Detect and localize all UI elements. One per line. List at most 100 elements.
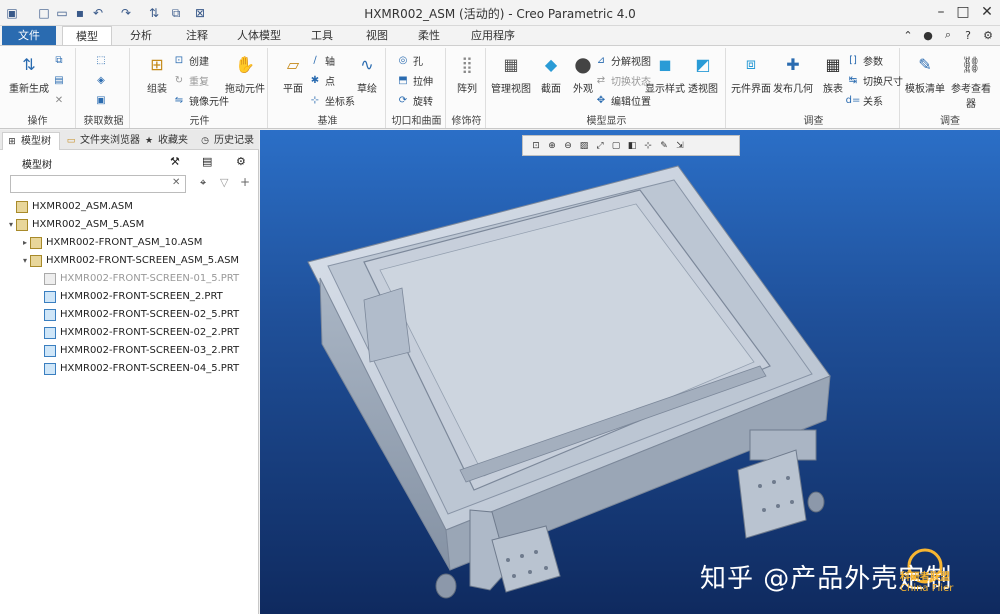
user-defined-feature-icon[interactable]: ⬚ bbox=[94, 52, 111, 68]
family-table-icon: ▦ bbox=[825, 54, 841, 74]
copy-icon[interactable]: ⧉ bbox=[52, 52, 69, 68]
expand-arrow-icon[interactable]: ▸ bbox=[20, 238, 30, 247]
tab-annotate[interactable]: 注释 bbox=[170, 26, 224, 45]
revolve-button[interactable]: ⟳ 旋转 bbox=[396, 92, 433, 108]
paste-icon[interactable]: ▤ bbox=[52, 72, 69, 88]
search-icon[interactable]: ⌕ bbox=[940, 27, 956, 43]
ribbon-right-controls: ⌃ ● ⌕ ? ⚙ bbox=[900, 27, 996, 43]
tab-view[interactable]: 视图 bbox=[352, 26, 402, 45]
drag-component-button[interactable]: ✋ 拖动元件 bbox=[222, 50, 268, 96]
part-icon bbox=[44, 344, 56, 357]
tab-model[interactable]: 模型 bbox=[62, 26, 112, 46]
folder-icon: ▭ bbox=[66, 136, 76, 146]
tree-options-icon[interactable]: ⚙ bbox=[236, 155, 246, 168]
model-intent-button[interactable]: ✎ 模板清单 bbox=[902, 50, 948, 96]
assembly-icon bbox=[30, 236, 42, 249]
logo-cn: 科研者联盟 bbox=[900, 572, 950, 583]
tree-item[interactable]: ▸ HXMR002-FRONT_ASM_10.ASM bbox=[0, 234, 259, 251]
shrinkwrap-icon[interactable]: ▣ bbox=[94, 92, 111, 108]
close-window-button[interactable]: ✕ bbox=[972, 2, 1000, 22]
info-icon[interactable]: ● bbox=[920, 27, 936, 43]
tree-icon: ⊞ bbox=[8, 137, 16, 147]
copy-geom-icon[interactable]: ◈ bbox=[94, 72, 111, 88]
help-icon[interactable]: ? bbox=[960, 27, 976, 43]
delete-icon[interactable]: ✕ bbox=[52, 92, 69, 108]
tab-folder-browser[interactable]: ▭ 文件夹浏览器 bbox=[62, 132, 140, 150]
tree-item-label: HXMR002-FRONT-SCREEN-02_2.PRT bbox=[60, 327, 240, 338]
switch-dimensions-button[interactable]: ↹ 切换尺寸 bbox=[846, 72, 903, 88]
assembly-model[interactable] bbox=[260, 130, 1000, 614]
tree-item[interactable]: HXMR002-FRONT-SCREEN-02_5.PRT bbox=[0, 306, 259, 323]
tree-item-label: HXMR002-FRONT-SCREEN-03_2.PRT bbox=[60, 345, 240, 356]
tab-analysis[interactable]: 分析 bbox=[114, 26, 168, 45]
search-input[interactable] bbox=[10, 175, 186, 193]
expand-arrow-icon[interactable]: ▾ bbox=[6, 220, 16, 229]
create-button[interactable]: ⊡ 创建 bbox=[172, 52, 209, 68]
regenerate-icon: ⇅ bbox=[22, 54, 36, 74]
tree-item[interactable]: HXMR002_ASM.ASM bbox=[0, 198, 259, 215]
sketch-button[interactable]: ∿ 草绘 bbox=[344, 50, 390, 96]
filter-icon[interactable]: ▽ bbox=[220, 176, 228, 189]
reference-viewer-button[interactable]: ⛓ 参考查看器 bbox=[948, 50, 994, 111]
mirror-component-button[interactable]: ⇋ 镜像元件 bbox=[172, 92, 229, 108]
tree-item-label: HXMR002-FRONT_ASM_10.ASM bbox=[46, 237, 203, 248]
chevron-up-icon[interactable]: ⌃ bbox=[900, 27, 916, 43]
tab-tools[interactable]: 工具 bbox=[294, 26, 350, 45]
clear-icon[interactable]: ✕ bbox=[172, 177, 180, 188]
tab-manikin[interactable]: 人体模型 bbox=[226, 26, 292, 45]
expand-arrow-icon[interactable]: ▾ bbox=[20, 256, 30, 265]
tree-item[interactable]: ▾ HXMR002-FRONT-SCREEN_ASM_5.ASM bbox=[0, 252, 259, 269]
perspective-button[interactable]: ◩ 透视图 bbox=[680, 50, 726, 96]
tree-item[interactable]: ▾ HXMR002_ASM_5.ASM bbox=[0, 216, 259, 233]
tab-applications[interactable]: 应用程序 bbox=[456, 26, 530, 45]
extrude-button[interactable]: ⬒ 拉伸 bbox=[396, 72, 433, 88]
manage-views-icon: ▦ bbox=[503, 54, 519, 74]
settings-icon[interactable]: ⚙ bbox=[980, 27, 996, 43]
publish-geometry-icon: ✚ bbox=[786, 54, 800, 74]
graphics-window[interactable]: ⊡ ⊕ ⊖ ▨ ⤢ ▢ ◧ ⊹ ✎ ⇲ 知乎 @产品外壳定制 科研者联盟 Chi… bbox=[260, 130, 1000, 614]
axis-button[interactable]: ∕ 轴 bbox=[308, 52, 335, 68]
tree-toolbar: 模型树 ⚒ ▤ ⚙ bbox=[0, 152, 259, 174]
part-icon bbox=[44, 290, 56, 303]
tree-item[interactable]: HXMR002-FRONT-SCREEN-01_5.PRT bbox=[0, 270, 259, 287]
group-label-intent: 调查 bbox=[940, 116, 960, 127]
point-button[interactable]: ✱ 点 bbox=[308, 72, 335, 88]
relations-button[interactable]: d= 关系 bbox=[846, 92, 883, 108]
assembly-icon bbox=[16, 200, 28, 213]
pattern-button[interactable]: ⣿ 阵列 bbox=[444, 50, 490, 96]
part-icon bbox=[44, 326, 56, 339]
tree-show-icon[interactable]: ▤ bbox=[202, 155, 212, 168]
hole-button[interactable]: ◎ 孔 bbox=[396, 52, 423, 68]
tab-file[interactable]: 文件 bbox=[2, 26, 56, 45]
search-row: ✕ ⌖ ▽ + bbox=[10, 175, 255, 193]
repeat-button[interactable]: ↻ 重复 bbox=[172, 72, 209, 88]
tree-item[interactable]: HXMR002-FRONT-SCREEN-02_2.PRT bbox=[0, 324, 259, 341]
parameters-button[interactable]: [] 参数 bbox=[846, 52, 883, 68]
add-icon[interactable]: + bbox=[240, 175, 250, 189]
tree-settings-icon[interactable]: ⚒ bbox=[170, 155, 180, 168]
tree-item[interactable]: HXMR002-FRONT-SCREEN_2.PRT bbox=[0, 288, 259, 305]
pattern-icon: ⣿ bbox=[461, 54, 473, 74]
tree-item[interactable]: HXMR002-FRONT-SCREEN-04_5.PRT bbox=[0, 360, 259, 377]
logo-en: China Flier bbox=[900, 583, 954, 594]
group-intent: ✎ 模板清单 ⛓ 参考查看器 调查 bbox=[902, 48, 998, 128]
tree-item-label: HXMR002-FRONT-SCREEN-04_5.PRT bbox=[60, 363, 240, 374]
perspective-icon: ◩ bbox=[695, 54, 711, 74]
tree-item-label: HXMR002-FRONT-SCREEN-02_5.PRT bbox=[60, 309, 240, 320]
navigator-panel: ⊞ 模型树 ▭ 文件夹浏览器 ★ 收藏夹 ◷ 历史记录 模型树 ⚒ ▤ ⚙ ✕ ⌖ ▽ … bbox=[0, 130, 259, 614]
group-label-datum: 基准 bbox=[317, 116, 338, 127]
tab-history[interactable]: ◷ 历史记录 bbox=[196, 132, 256, 150]
component-interface-button[interactable]: ⧈ 元件界面 bbox=[728, 50, 774, 95]
history-icon: ◷ bbox=[201, 136, 209, 146]
tab-flexible[interactable]: 柔性 bbox=[404, 26, 454, 45]
mounting-bracket-right bbox=[737, 429, 825, 539]
regenerate-button[interactable]: ⇅ 重新生成 bbox=[6, 50, 52, 96]
binoculars-icon[interactable]: ⌖ bbox=[200, 176, 206, 190]
tab-model-tree[interactable]: ⊞ 模型树 bbox=[2, 132, 60, 150]
panel-tabs: ⊞ 模型树 ▭ 文件夹浏览器 ★ 收藏夹 ◷ 历史记录 bbox=[0, 130, 259, 150]
tree-item[interactable]: HXMR002-FRONT-SCREEN-03_2.PRT bbox=[0, 342, 259, 359]
group-label-model-display: 模型显示 bbox=[586, 116, 627, 127]
window-title: HXMR002_ASM (活动的) - Creo Parametric 4.0 bbox=[364, 7, 636, 21]
plane-icon: ▱ bbox=[286, 54, 300, 74]
tab-favorites[interactable]: ★ 收藏夹 bbox=[140, 132, 194, 150]
